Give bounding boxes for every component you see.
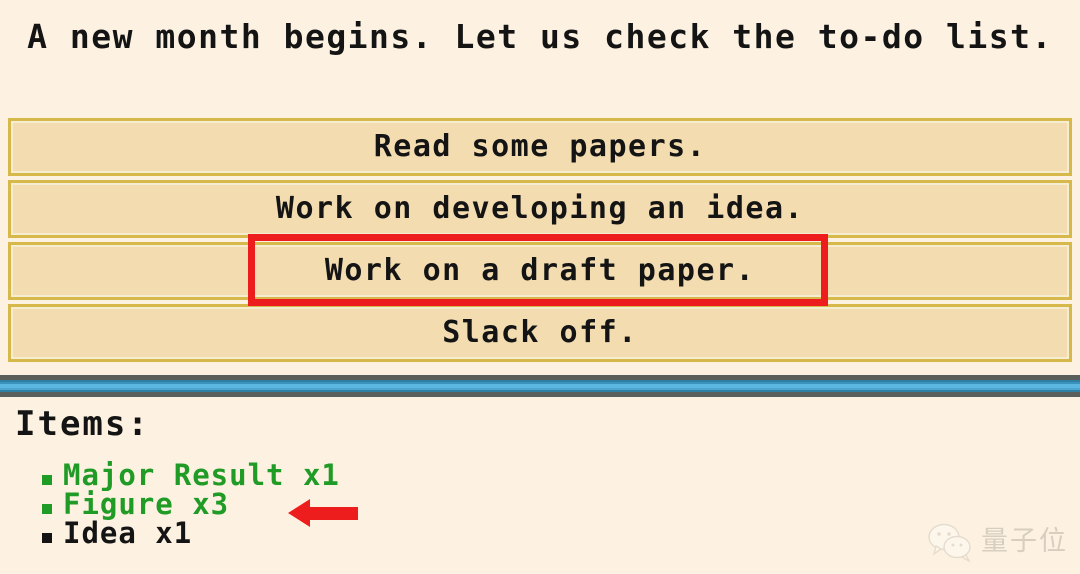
game-screen: A new month begins. Let us check the to-…: [0, 0, 1080, 574]
choice-menu: Read some papers. Work on developing an …: [8, 118, 1072, 366]
bullet-icon: [42, 475, 52, 485]
menu-option[interactable]: Read some papers.: [8, 118, 1072, 176]
menu-option-label: Work on a draft paper.: [324, 253, 756, 288]
inventory-item: Major Result x1: [15, 461, 715, 490]
menu-option[interactable]: Work on a draft paper.: [8, 242, 1072, 300]
bullet-icon: [42, 533, 52, 543]
inventory-title: Items:: [15, 404, 150, 444]
inventory-item: Idea x1: [15, 519, 715, 548]
wechat-icon: [928, 523, 971, 562]
menu-option-label: Work on developing an idea.: [275, 191, 805, 226]
inventory-item-label: Major Result x1: [63, 458, 340, 492]
menu-option[interactable]: Work on developing an idea.: [8, 180, 1072, 238]
prompt-text: A new month begins. Let us check the to-…: [27, 17, 1053, 56]
inventory-item: Figure x3: [15, 490, 715, 519]
section-divider: [0, 375, 1080, 397]
inventory-item-label: Idea x1: [63, 516, 193, 550]
watermark-label: 量子位: [981, 526, 1068, 557]
menu-option[interactable]: Slack off.: [8, 304, 1072, 362]
inventory-panel: Items: Major Result x1 Figure x3 Idea x1: [15, 405, 715, 548]
watermark: 量子位: [927, 522, 1068, 562]
inventory-list: Major Result x1 Figure x3 Idea x1: [15, 461, 715, 548]
bullet-icon: [42, 504, 52, 514]
menu-option-label: Slack off.: [442, 315, 638, 350]
menu-option-label: Read some papers.: [373, 129, 707, 164]
inventory-item-label: Figure x3: [63, 487, 230, 521]
